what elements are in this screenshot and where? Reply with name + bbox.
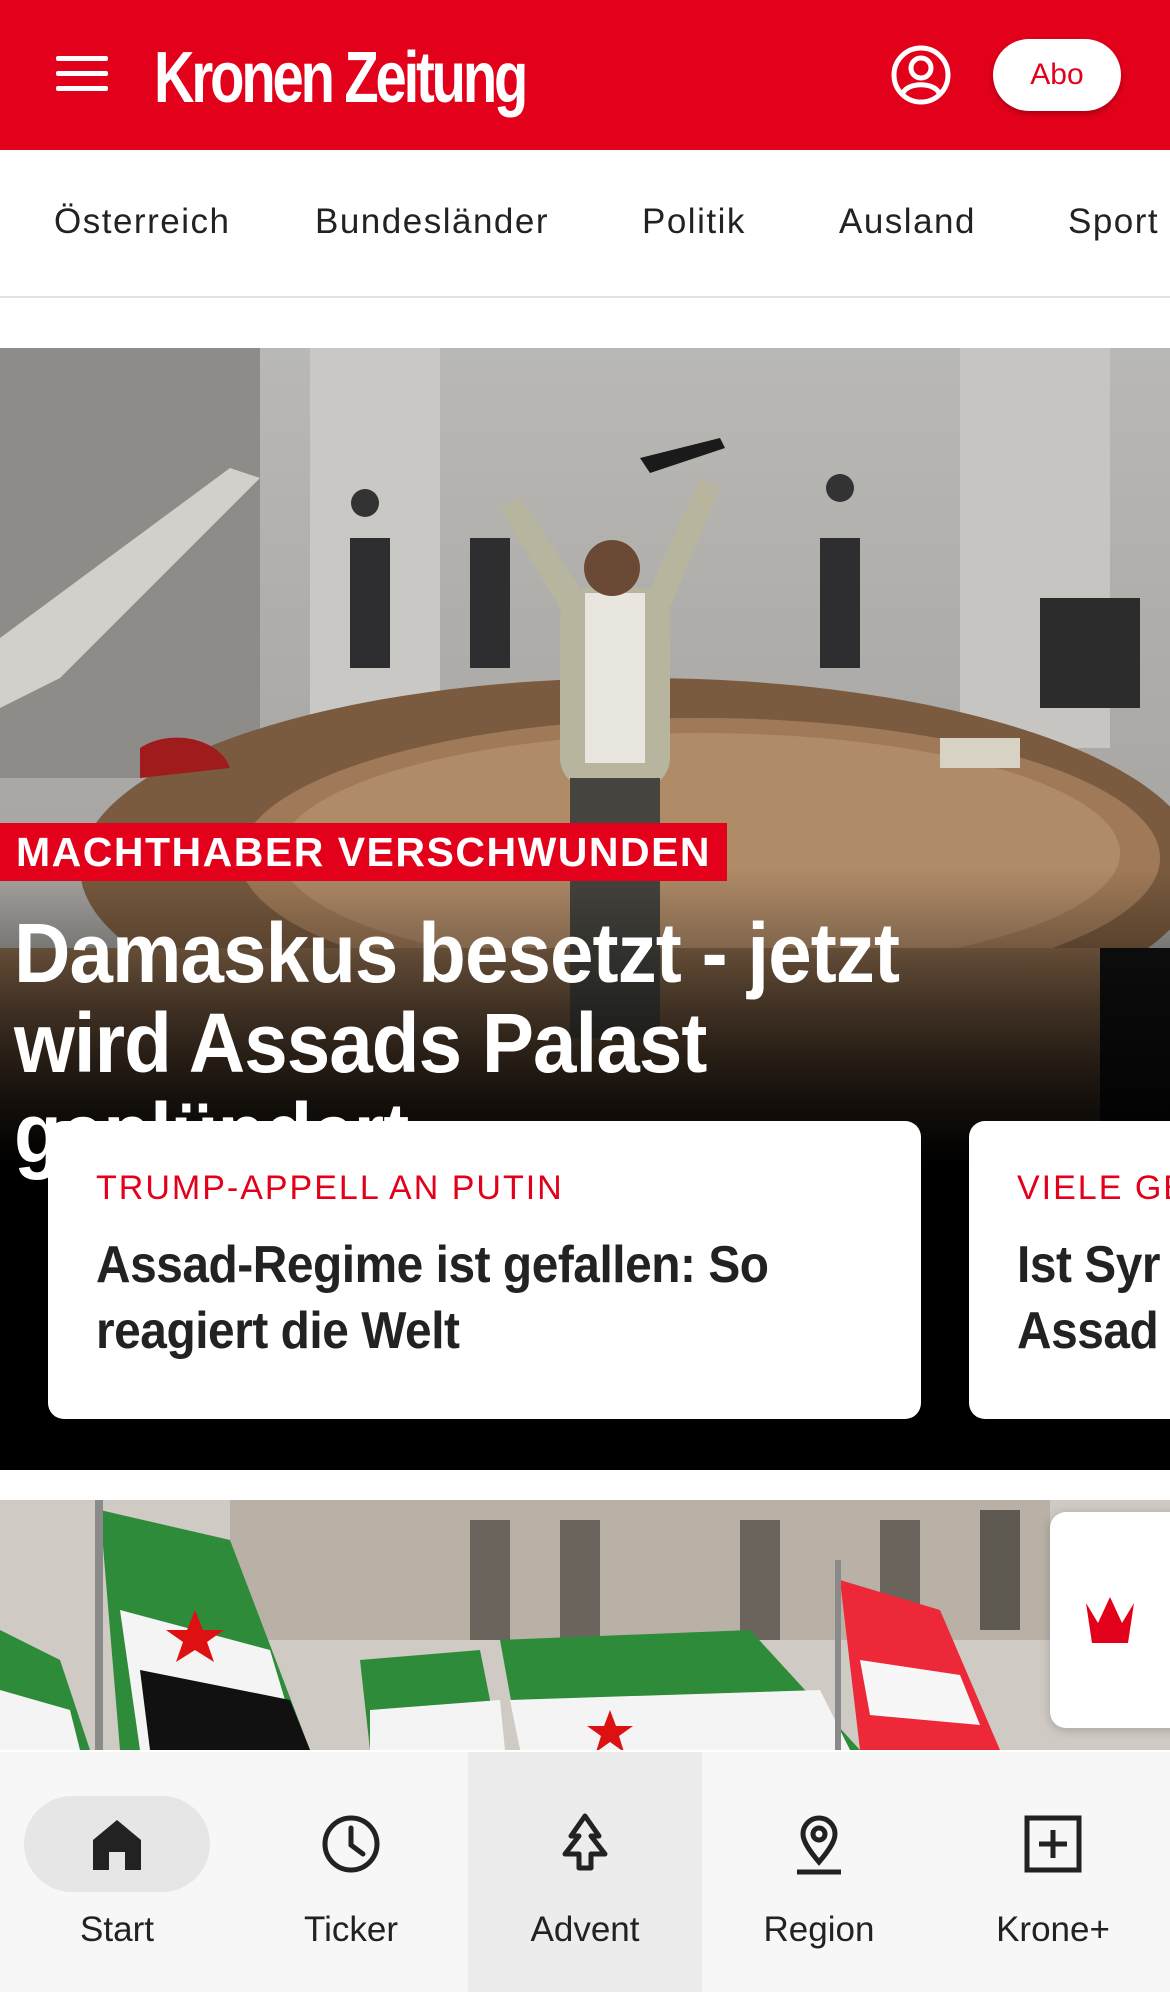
christmas-tree-icon: [562, 1813, 608, 1871]
home-icon: [93, 1820, 141, 1870]
category-nav: Österreich Bundesländer Politik Ausland …: [0, 150, 1170, 298]
tab-ticker[interactable]: Ticker: [234, 1752, 468, 1992]
card-title: Assad-Regime ist gefallen: So reagiert d…: [96, 1232, 811, 1364]
card-overline: VIELE GE: [1017, 1169, 1170, 1207]
hero-article[interactable]: MACHTHABER VERSCHWUNDEN Damaskus besetzt…: [0, 348, 1170, 1470]
card-title-line: reagiert die Welt: [96, 1302, 460, 1360]
tab-label: Region: [763, 1910, 875, 1949]
card-overline: TRUMP-APPELL AN PUTIN: [96, 1169, 564, 1207]
tab-label: Advent: [530, 1910, 640, 1949]
tab-krone-plus[interactable]: Krone+: [936, 1752, 1170, 1992]
teaser-card[interactable]: TRUMP-APPELL AN PUTIN Assad-Regime ist g…: [48, 1121, 921, 1419]
nav-item-politik[interactable]: Politik: [642, 202, 746, 242]
tab-label: Krone+: [996, 1910, 1110, 1949]
user-account-icon[interactable]: [890, 44, 952, 106]
location-pin-icon: [797, 1815, 841, 1875]
app-header: Kronen Zeitung Abo: [0, 0, 1170, 150]
hero-overline: MACHTHABER VERSCHWUNDEN: [0, 823, 728, 881]
nav-item-oesterreich[interactable]: Österreich: [54, 202, 230, 242]
tab-advent[interactable]: Advent: [468, 1752, 702, 1992]
bottom-navigation: Start Ticker Advent Region Krone+: [0, 1752, 1170, 1992]
krone-floating-button[interactable]: [1050, 1512, 1170, 1728]
nav-item-sport[interactable]: Sport: [1068, 202, 1159, 242]
teaser-card[interactable]: VIELE GE Ist Syr Assad: [969, 1121, 1170, 1419]
tab-region[interactable]: Region: [702, 1752, 936, 1992]
nav-item-ausland[interactable]: Ausland: [839, 202, 976, 242]
card-title-line: Assad-Regime ist gefallen: So: [96, 1236, 769, 1294]
hamburger-menu-icon[interactable]: [52, 50, 116, 100]
card-title-line: Ist Syr: [1017, 1236, 1161, 1294]
tab-label: Start: [80, 1910, 154, 1949]
card-title: Ist Syr Assad: [1017, 1232, 1161, 1364]
article-image[interactable]: [0, 1500, 1170, 1750]
logo[interactable]: Kronen Zeitung: [154, 38, 528, 118]
clock-icon: [322, 1815, 380, 1873]
krone-crown-icon: [1086, 1597, 1134, 1643]
tab-label: Ticker: [304, 1910, 398, 1949]
card-title-line: Assad: [1017, 1302, 1159, 1360]
nav-item-bundeslaender[interactable]: Bundesländer: [315, 202, 549, 242]
plus-box-icon: [1024, 1815, 1082, 1873]
tab-start[interactable]: Start: [0, 1752, 234, 1992]
abo-button[interactable]: Abo: [993, 39, 1121, 111]
